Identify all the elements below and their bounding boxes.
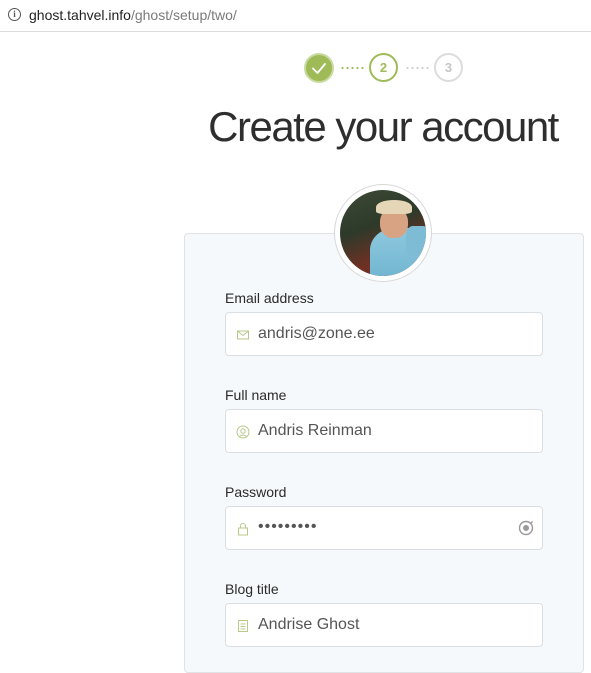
email-value: andris@zone.ee [258, 325, 375, 342]
lock-icon [238, 523, 248, 536]
full-name-field[interactable]: Andris Reinman [225, 409, 543, 453]
step-3-upcoming: 3 [434, 53, 463, 82]
user-icon [236, 425, 250, 439]
blog-title-label: Blog title [225, 581, 279, 597]
full-name-value: Andris Reinman [258, 422, 372, 439]
email-field[interactable]: andris@zone.ee [225, 312, 543, 356]
step-2-current: 2 [369, 53, 398, 82]
step-1-complete [304, 53, 334, 83]
password-field[interactable]: ••••••••• [225, 506, 543, 550]
avatar-photo [340, 190, 426, 276]
eye-icon[interactable] [518, 520, 534, 536]
avatar-upload[interactable] [334, 184, 432, 282]
browser-address-bar[interactable]: i ghost.tahvel.info/ghost/setup/two/ [0, 0, 591, 32]
password-value: ••••••••• [258, 518, 318, 535]
step-connector-2 [405, 67, 429, 69]
full-name-label: Full name [225, 387, 287, 403]
email-label: Email address [225, 290, 314, 306]
site-info-icon[interactable]: i [8, 8, 21, 21]
page-title: Create your account [208, 103, 559, 150]
url-path: /ghost/setup/two/ [130, 7, 237, 23]
url-host: ghost.tahvel.info [29, 7, 131, 23]
blog-title-value: Andrise Ghost [258, 616, 360, 633]
envelope-icon [237, 330, 249, 340]
document-icon [238, 620, 248, 632]
blog-title-field[interactable]: Andrise Ghost [225, 603, 543, 647]
checkmark-icon [312, 63, 326, 74]
step-connector-1 [340, 67, 364, 69]
password-label: Password [225, 484, 287, 500]
address-url[interactable]: ghost.tahvel.info/ghost/setup/two/ [29, 7, 237, 23]
